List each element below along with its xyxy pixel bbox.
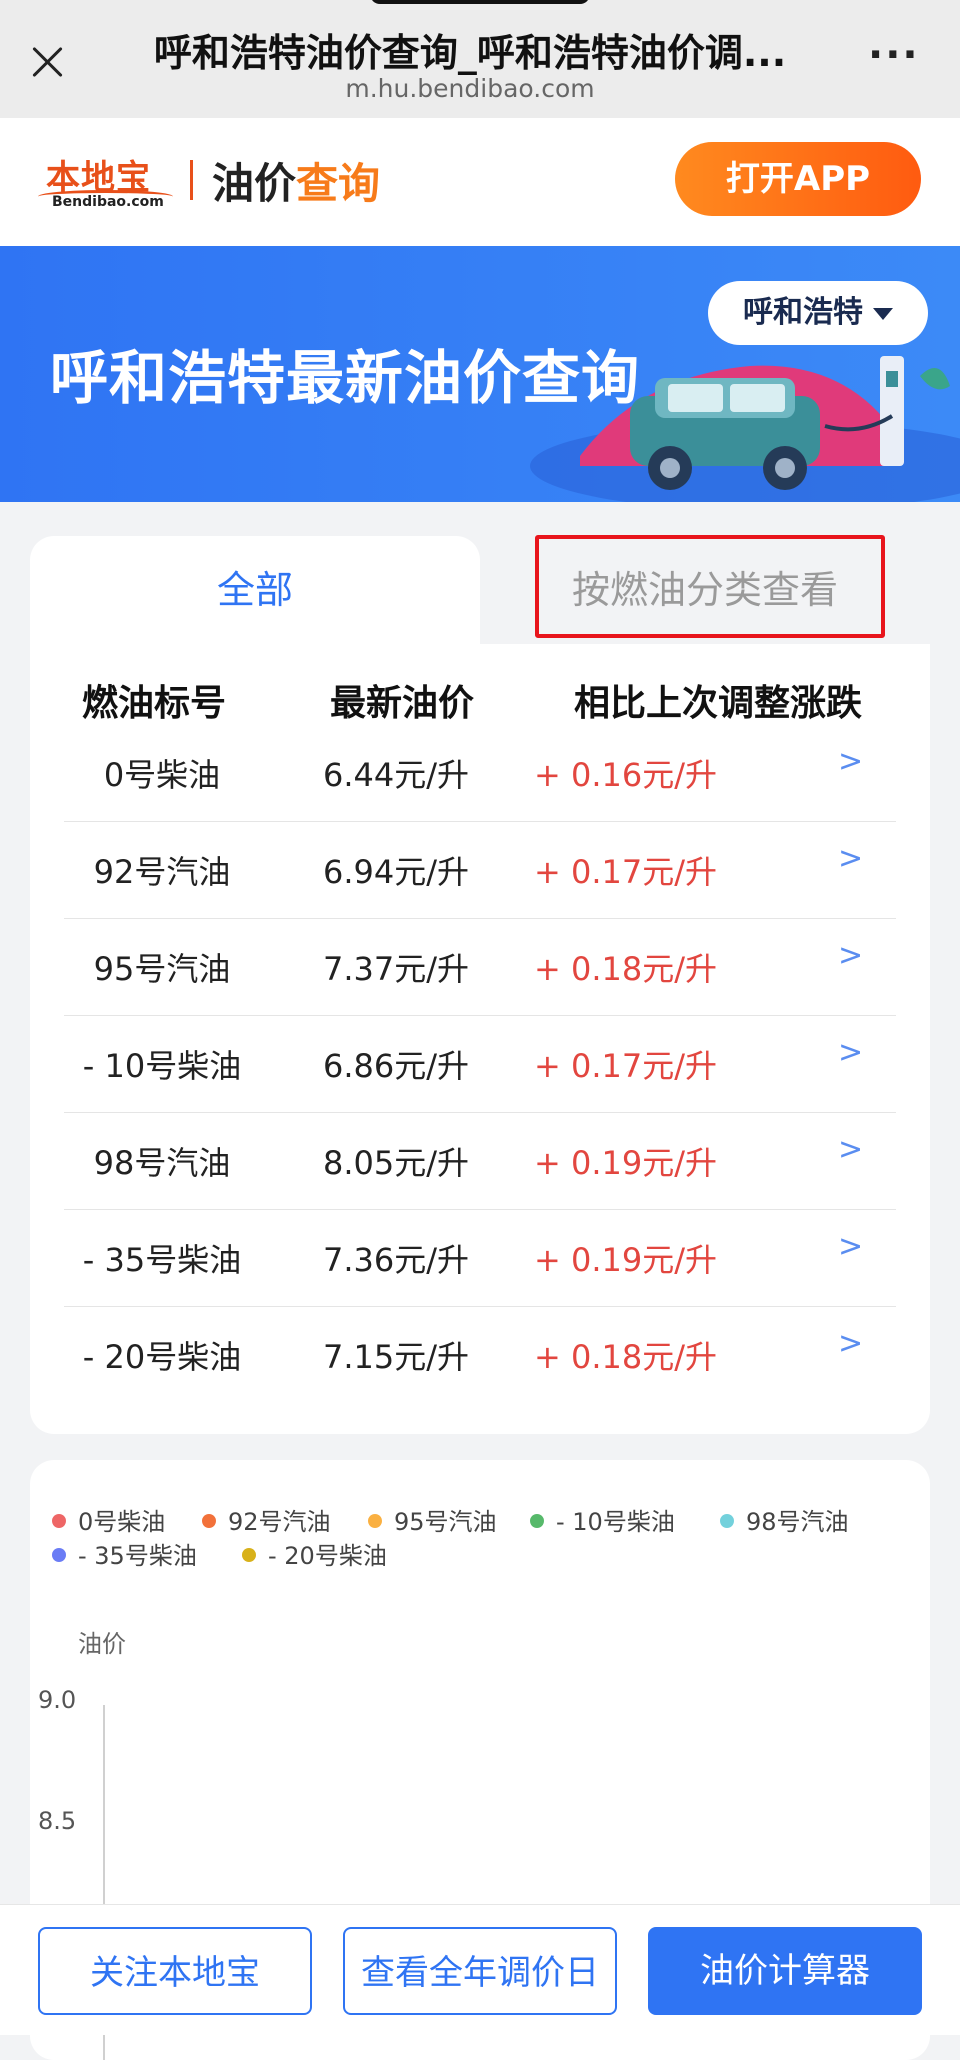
fuel-price: 7.36元/升 xyxy=(322,1241,470,1279)
price-change: + 0.18元/升 xyxy=(534,1338,718,1376)
close-icon[interactable] xyxy=(28,42,68,82)
chevron-right-icon[interactable]: > xyxy=(838,1326,863,1361)
legend-item[interactable]: - 20号柴油 xyxy=(242,1536,387,1571)
legend-dot xyxy=(52,1514,66,1528)
price-change: + 0.17元/升 xyxy=(534,853,718,891)
chevron-right-icon[interactable]: > xyxy=(838,1229,863,1264)
fuel-name: 0号柴油 xyxy=(103,756,221,794)
legend-label: - 10号柴油 xyxy=(556,1508,675,1536)
legend-label: - 35号柴油 xyxy=(78,1542,197,1570)
legend-label: 0号柴油 xyxy=(78,1508,166,1536)
fuel-name: - 10号柴油 xyxy=(82,1047,242,1085)
fuel-name: - 35号柴油 xyxy=(82,1241,242,1279)
browser-top-bar: 呼和浩特油价查询_呼和浩特油价调... m.hu.bendibao.com ··… xyxy=(0,0,960,118)
follow-button[interactable]: 关注本地宝 xyxy=(38,1927,312,2015)
fuel-price: 8.05元/升 xyxy=(322,1144,470,1182)
fuel-name: 92号汽油 xyxy=(93,853,231,891)
bottom-action-bar: 关注本地宝 查看全年调价日 油价计算器 xyxy=(0,1904,960,2035)
price-table: 燃油标号 最新油价 相比上次调整涨跌 0号柴油 6.44元/升 + 0.16元/… xyxy=(30,644,930,1434)
chevron-right-icon[interactable]: > xyxy=(838,1132,863,1167)
legend-label: - 20号柴油 xyxy=(268,1542,387,1570)
fuel-price: 6.94元/升 xyxy=(322,853,470,891)
tab-all[interactable]: 全部 xyxy=(30,536,480,644)
legend-dot xyxy=(242,1548,256,1562)
chevron-right-icon[interactable]: > xyxy=(838,938,863,973)
caret-down-icon xyxy=(873,307,893,320)
price-change: + 0.16元/升 xyxy=(534,756,718,794)
legend-item[interactable]: 98号汽油 xyxy=(720,1502,849,1537)
chevron-right-icon[interactable]: > xyxy=(838,744,863,779)
fuel-price: 6.86元/升 xyxy=(322,1047,470,1085)
legend-label: 95号汽油 xyxy=(394,1508,497,1536)
legend-dot xyxy=(202,1514,216,1528)
table-row[interactable]: 98号汽油 8.05元/升 + 0.19元/升 > xyxy=(64,1112,896,1210)
table-row[interactable]: - 10号柴油 6.86元/升 + 0.17元/升 > xyxy=(64,1015,896,1113)
fuel-name: - 20号柴油 xyxy=(82,1338,242,1376)
price-calendar-button[interactable]: 查看全年调价日 xyxy=(343,1927,617,2015)
price-change: + 0.17元/升 xyxy=(534,1047,718,1085)
table-row[interactable]: 95号汽油 7.37元/升 + 0.18元/升 > xyxy=(64,918,896,1016)
price-calculator-button[interactable]: 油价计算器 xyxy=(648,1927,922,2015)
legend-item[interactable]: 0号柴油 xyxy=(52,1502,165,1537)
fuel-name: 98号汽油 xyxy=(93,1144,231,1182)
header-latest-price: 最新油价 xyxy=(330,683,475,724)
fuel-name: 95号汽油 xyxy=(93,950,231,988)
price-change: + 0.19元/升 xyxy=(534,1144,718,1182)
city-selector-label: 呼和浩特 xyxy=(743,295,863,330)
legend-item[interactable]: 95号汽油 xyxy=(368,1502,497,1537)
bendibao-logo[interactable]: 本地宝 Bendibao.com xyxy=(38,150,173,210)
legend-item[interactable]: - 10号柴油 xyxy=(530,1502,675,1537)
chevron-right-icon[interactable]: > xyxy=(838,841,863,876)
table-row[interactable]: - 35号柴油 7.36元/升 + 0.19元/升 > xyxy=(64,1209,896,1307)
table-row[interactable]: 0号柴油 6.44元/升 + 0.16元/升 > xyxy=(64,724,896,822)
city-selector[interactable]: 呼和浩特 xyxy=(708,281,928,345)
price-change: + 0.19元/升 xyxy=(534,1241,718,1279)
fuel-price: 7.15元/升 xyxy=(322,1338,470,1376)
logo-subtext: Bendibao.com xyxy=(52,194,164,210)
header-change: 相比上次调整涨跌 xyxy=(574,683,863,724)
browser-page-title: 呼和浩特油价查询_呼和浩特油价调... xyxy=(153,31,787,75)
highlight-box xyxy=(535,535,885,638)
chevron-right-icon[interactable]: > xyxy=(838,1035,863,1070)
brand-title-part2: 查询 xyxy=(296,159,381,208)
status-notch xyxy=(370,0,590,4)
y-tick-label: 8.5 xyxy=(38,1807,76,1835)
legend-dot xyxy=(52,1548,66,1562)
legend-dot xyxy=(720,1514,734,1528)
fuel-price: 6.44元/升 xyxy=(322,756,470,794)
header-fuel-grade: 燃油标号 xyxy=(82,683,227,724)
legend-dot xyxy=(368,1514,382,1528)
legend-item[interactable]: - 35号柴油 xyxy=(52,1536,197,1571)
legend-label: 98号汽油 xyxy=(746,1508,849,1536)
banner: 呼和浩特最新油价查询 呼和浩特 xyxy=(0,246,960,502)
browser-url: m.hu.bendibao.com xyxy=(345,74,595,103)
more-options-icon[interactable]: ··· xyxy=(868,35,918,75)
site-header: 本地宝 Bendibao.com 油价查询 打开APP xyxy=(0,118,960,246)
y-axis-label: 油价 xyxy=(78,1630,126,1658)
brand-title: 油价查询 xyxy=(212,150,380,211)
fuel-price: 7.37元/升 xyxy=(322,950,470,988)
brand-title-part1: 油价 xyxy=(212,159,297,208)
logo-divider xyxy=(190,160,193,200)
legend-dot xyxy=(530,1514,544,1528)
y-tick-label: 9.0 xyxy=(38,1686,76,1714)
price-change: + 0.18元/升 xyxy=(534,950,718,988)
table-row[interactable]: 92号汽油 6.94元/升 + 0.17元/升 > xyxy=(64,821,896,919)
open-app-button[interactable]: 打开APP xyxy=(675,142,921,216)
legend-label: 92号汽油 xyxy=(228,1508,331,1536)
banner-title: 呼和浩特最新油价查询 xyxy=(50,344,641,412)
legend-item[interactable]: 92号汽油 xyxy=(202,1502,331,1537)
table-row[interactable]: - 20号柴油 7.15元/升 + 0.18元/升 > xyxy=(64,1306,896,1403)
